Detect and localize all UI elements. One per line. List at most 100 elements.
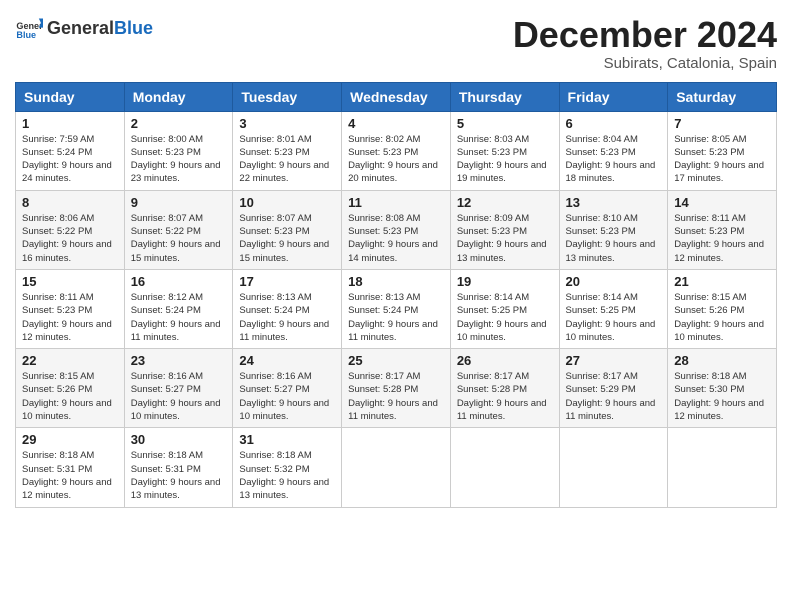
calendar-cell: 9 Sunrise: 8:07 AM Sunset: 5:22 PM Daylig… bbox=[124, 190, 233, 269]
calendar-cell: 26Sunrise: 8:17 AM Sunset: 5:28 PM Dayli… bbox=[450, 349, 559, 428]
day-number: 3 bbox=[239, 116, 335, 131]
calendar-cell: 23 Sunrise: 8:16 AM Sunset: 5:27 PM Dayli… bbox=[124, 349, 233, 428]
weekday-header-monday: Monday bbox=[124, 82, 233, 111]
day-number: 21 bbox=[674, 274, 770, 289]
calendar-cell: 30 Sunrise: 8:18 AM Sunset: 5:31 PM Dayli… bbox=[124, 428, 233, 507]
day-number: 22 bbox=[22, 353, 118, 368]
week-row-2: 8 Sunrise: 8:06 AM Sunset: 5:22 PM Daylig… bbox=[16, 190, 777, 269]
calendar-cell bbox=[668, 428, 777, 507]
day-info: Sunrise: 8:15 AM Sunset: 5:26 PM Dayligh… bbox=[22, 370, 118, 423]
calendar-cell bbox=[342, 428, 451, 507]
svg-text:Blue: Blue bbox=[16, 30, 36, 40]
logo-icon: General Blue bbox=[15, 15, 43, 43]
day-info: Sunrise: 8:09 AM Sunset: 5:23 PM Dayligh… bbox=[457, 212, 553, 265]
day-number: 24 bbox=[239, 353, 335, 368]
day-number: 6 bbox=[566, 116, 662, 131]
day-info: Sunrise: 8:05 AM Sunset: 5:23 PM Dayligh… bbox=[674, 133, 770, 186]
weekday-header-wednesday: Wednesday bbox=[342, 82, 451, 111]
day-info: Sunrise: 8:00 AM Sunset: 5:23 PM Dayligh… bbox=[131, 133, 227, 186]
weekday-header-sunday: Sunday bbox=[16, 82, 125, 111]
weekday-header-thursday: Thursday bbox=[450, 82, 559, 111]
location-subtitle: Subirats, Catalonia, Spain bbox=[513, 55, 777, 72]
day-info: Sunrise: 8:02 AM Sunset: 5:23 PM Dayligh… bbox=[348, 133, 444, 186]
calendar-cell: 3 Sunrise: 8:01 AM Sunset: 5:23 PM Daylig… bbox=[233, 111, 342, 190]
calendar-cell: 11 Sunrise: 8:08 AM Sunset: 5:23 PM Dayli… bbox=[342, 190, 451, 269]
calendar-cell: 15 Sunrise: 8:11 AM Sunset: 5:23 PM Dayli… bbox=[16, 269, 125, 348]
calendar-cell: 18Sunrise: 8:13 AM Sunset: 5:24 PM Dayli… bbox=[342, 269, 451, 348]
day-info: Sunrise: 8:10 AM Sunset: 5:23 PM Dayligh… bbox=[566, 212, 662, 265]
day-info: Sunrise: 8:12 AM Sunset: 5:24 PM Dayligh… bbox=[131, 291, 227, 344]
day-number: 7 bbox=[674, 116, 770, 131]
title-area: December 2024 Subirats, Catalonia, Spain bbox=[513, 15, 777, 72]
calendar-cell: 5Sunrise: 8:03 AM Sunset: 5:23 PM Daylig… bbox=[450, 111, 559, 190]
calendar-cell: 19 Sunrise: 8:14 AM Sunset: 5:25 PM Dayli… bbox=[450, 269, 559, 348]
day-info: Sunrise: 8:14 AM Sunset: 5:25 PM Dayligh… bbox=[457, 291, 553, 344]
day-info: Sunrise: 8:17 AM Sunset: 5:28 PM Dayligh… bbox=[348, 370, 444, 423]
day-number: 14 bbox=[674, 195, 770, 210]
logo-blue-text: Blue bbox=[114, 18, 153, 38]
day-info: Sunrise: 8:17 AM Sunset: 5:29 PM Dayligh… bbox=[566, 370, 662, 423]
calendar-cell: 17 Sunrise: 8:13 AM Sunset: 5:24 PM Dayli… bbox=[233, 269, 342, 348]
day-info: Sunrise: 8:08 AM Sunset: 5:23 PM Dayligh… bbox=[348, 212, 444, 265]
logo-general-text: General bbox=[47, 18, 114, 38]
day-number: 28 bbox=[674, 353, 770, 368]
calendar-cell: 20Sunrise: 8:14 AM Sunset: 5:25 PM Dayli… bbox=[559, 269, 668, 348]
day-info: Sunrise: 7:59 AM Sunset: 5:24 PM Dayligh… bbox=[22, 133, 118, 186]
day-info: Sunrise: 8:15 AM Sunset: 5:26 PM Dayligh… bbox=[674, 291, 770, 344]
calendar-cell: 27 Sunrise: 8:17 AM Sunset: 5:29 PM Dayli… bbox=[559, 349, 668, 428]
day-number: 1 bbox=[22, 116, 118, 131]
day-number: 23 bbox=[131, 353, 227, 368]
week-row-3: 15 Sunrise: 8:11 AM Sunset: 5:23 PM Dayli… bbox=[16, 269, 777, 348]
day-number: 9 bbox=[131, 195, 227, 210]
day-info: Sunrise: 8:11 AM Sunset: 5:23 PM Dayligh… bbox=[674, 212, 770, 265]
day-info: Sunrise: 8:13 AM Sunset: 5:24 PM Dayligh… bbox=[239, 291, 335, 344]
day-number: 27 bbox=[566, 353, 662, 368]
day-number: 29 bbox=[22, 432, 118, 447]
calendar-cell: 28Sunrise: 8:18 AM Sunset: 5:30 PM Dayli… bbox=[668, 349, 777, 428]
day-info: Sunrise: 8:16 AM Sunset: 5:27 PM Dayligh… bbox=[131, 370, 227, 423]
day-number: 10 bbox=[239, 195, 335, 210]
calendar-cell: 14 Sunrise: 8:11 AM Sunset: 5:23 PM Dayli… bbox=[668, 190, 777, 269]
calendar-cell: 4 Sunrise: 8:02 AM Sunset: 5:23 PM Daylig… bbox=[342, 111, 451, 190]
day-info: Sunrise: 8:18 AM Sunset: 5:31 PM Dayligh… bbox=[22, 449, 118, 502]
day-info: Sunrise: 8:01 AM Sunset: 5:23 PM Dayligh… bbox=[239, 133, 335, 186]
day-number: 13 bbox=[566, 195, 662, 210]
calendar-table: SundayMondayTuesdayWednesdayThursdayFrid… bbox=[15, 82, 777, 508]
day-number: 30 bbox=[131, 432, 227, 447]
calendar-cell: 21 Sunrise: 8:15 AM Sunset: 5:26 PM Dayli… bbox=[668, 269, 777, 348]
day-number: 2 bbox=[131, 116, 227, 131]
day-number: 16 bbox=[131, 274, 227, 289]
calendar-cell: 24Sunrise: 8:16 AM Sunset: 5:27 PM Dayli… bbox=[233, 349, 342, 428]
day-number: 26 bbox=[457, 353, 553, 368]
calendar-cell: 1 Sunrise: 7:59 AM Sunset: 5:24 PM Daylig… bbox=[16, 111, 125, 190]
week-row-5: 29 Sunrise: 8:18 AM Sunset: 5:31 PM Dayli… bbox=[16, 428, 777, 507]
calendar-cell: 10Sunrise: 8:07 AM Sunset: 5:23 PM Dayli… bbox=[233, 190, 342, 269]
calendar-cell: 22 Sunrise: 8:15 AM Sunset: 5:26 PM Dayli… bbox=[16, 349, 125, 428]
weekday-header-saturday: Saturday bbox=[668, 82, 777, 111]
day-number: 11 bbox=[348, 195, 444, 210]
day-number: 17 bbox=[239, 274, 335, 289]
calendar-cell: 16 Sunrise: 8:12 AM Sunset: 5:24 PM Dayli… bbox=[124, 269, 233, 348]
weekday-header-row: SundayMondayTuesdayWednesdayThursdayFrid… bbox=[16, 82, 777, 111]
day-info: Sunrise: 8:11 AM Sunset: 5:23 PM Dayligh… bbox=[22, 291, 118, 344]
weekday-header-friday: Friday bbox=[559, 82, 668, 111]
day-info: Sunrise: 8:06 AM Sunset: 5:22 PM Dayligh… bbox=[22, 212, 118, 265]
day-number: 12 bbox=[457, 195, 553, 210]
day-number: 19 bbox=[457, 274, 553, 289]
day-number: 18 bbox=[348, 274, 444, 289]
calendar-cell: 31 Sunrise: 8:18 AM Sunset: 5:32 PM Dayli… bbox=[233, 428, 342, 507]
week-row-4: 22 Sunrise: 8:15 AM Sunset: 5:26 PM Dayli… bbox=[16, 349, 777, 428]
day-info: Sunrise: 8:07 AM Sunset: 5:22 PM Dayligh… bbox=[131, 212, 227, 265]
day-number: 4 bbox=[348, 116, 444, 131]
calendar-cell: 25Sunrise: 8:17 AM Sunset: 5:28 PM Dayli… bbox=[342, 349, 451, 428]
page-header: General Blue GeneralBlue December 2024 S… bbox=[15, 15, 777, 72]
calendar-body: 1 Sunrise: 7:59 AM Sunset: 5:24 PM Daylig… bbox=[16, 111, 777, 507]
day-number: 15 bbox=[22, 274, 118, 289]
month-title: December 2024 bbox=[513, 15, 777, 55]
calendar-cell: 12 Sunrise: 8:09 AM Sunset: 5:23 PM Dayli… bbox=[450, 190, 559, 269]
calendar-cell: 7 Sunrise: 8:05 AM Sunset: 5:23 PM Daylig… bbox=[668, 111, 777, 190]
day-info: Sunrise: 8:18 AM Sunset: 5:32 PM Dayligh… bbox=[239, 449, 335, 502]
day-number: 8 bbox=[22, 195, 118, 210]
day-number: 31 bbox=[239, 432, 335, 447]
day-info: Sunrise: 8:18 AM Sunset: 5:31 PM Dayligh… bbox=[131, 449, 227, 502]
